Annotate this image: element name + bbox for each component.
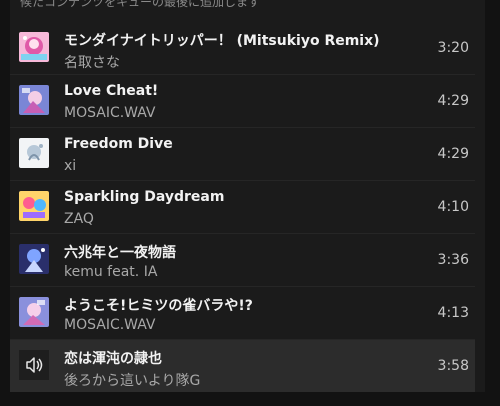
track-title: Sparkling Daydream bbox=[64, 189, 225, 205]
queue-item[interactable]: Sparkling Daydream ZAQ 4:10 bbox=[10, 181, 475, 234]
album-art-thumbnail bbox=[19, 138, 49, 168]
queue-item[interactable]: Love Cheat! MOSAIC.WAV 4:29 bbox=[10, 75, 475, 128]
track-duration: 4:13 bbox=[437, 305, 469, 321]
track-title: Freedom Dive bbox=[64, 136, 173, 152]
track-title: モンダイナイトリッパー！ (Mitsukiyo Remix) bbox=[64, 33, 380, 49]
track-artist: ZAQ bbox=[64, 211, 94, 227]
queue-hint: 候たコンテンツをキューの最後に追加します bbox=[20, 0, 261, 9]
queue-item-now-playing[interactable]: 恋は渾沌の隷也 後ろから這いより隊G 3:58 bbox=[10, 340, 475, 392]
album-art-thumbnail bbox=[19, 85, 49, 115]
track-title: ようこそ!ヒミツの雀バラや!? bbox=[64, 298, 253, 314]
track-duration: 4:29 bbox=[437, 93, 469, 109]
now-playing-speaker-icon bbox=[19, 350, 49, 380]
album-art-thumbnail bbox=[19, 297, 49, 327]
track-artist: xi bbox=[64, 158, 77, 174]
track-title: 六兆年と一夜物語 bbox=[64, 245, 176, 261]
queue-item[interactable]: モンダイナイトリッパー！ (Mitsukiyo Remix) 名取さな 3:20 bbox=[10, 22, 475, 75]
track-title: Love Cheat! bbox=[64, 83, 159, 99]
track-duration: 3:20 bbox=[437, 40, 469, 56]
track-duration: 4:29 bbox=[437, 146, 469, 162]
track-artist: MOSAIC.WAV bbox=[64, 317, 156, 333]
track-duration: 4:10 bbox=[437, 199, 469, 215]
queue-list: モンダイナイトリッパー！ (Mitsukiyo Remix) 名取さな 3:20… bbox=[10, 22, 475, 392]
track-artist: kemu feat. IA bbox=[64, 264, 158, 280]
track-artist: 名取さな bbox=[64, 55, 120, 71]
track-artist: 後ろから這いより隊G bbox=[64, 373, 201, 389]
track-artist: MOSAIC.WAV bbox=[64, 105, 156, 121]
track-duration: 3:58 bbox=[437, 358, 469, 374]
track-duration: 3:36 bbox=[437, 252, 469, 268]
queue-item[interactable]: Freedom Dive xi 4:29 bbox=[10, 128, 475, 181]
queue-panel: 候たコンテンツをキューの最後に追加します モンダイナイトリッパー！ (Mitsu… bbox=[10, 0, 485, 392]
queue-item[interactable]: ようこそ!ヒミツの雀バラや!? MOSAIC.WAV 4:13 bbox=[10, 287, 475, 340]
track-title: 恋は渾沌の隷也 bbox=[64, 351, 162, 367]
music-queue-screen: 候たコンテンツをキューの最後に追加します モンダイナイトリッパー！ (Mitsu… bbox=[0, 0, 500, 406]
album-art-thumbnail bbox=[19, 191, 49, 221]
album-art-thumbnail bbox=[19, 32, 49, 62]
queue-item[interactable]: 六兆年と一夜物語 kemu feat. IA 3:36 bbox=[10, 234, 475, 287]
album-art-thumbnail bbox=[19, 244, 49, 274]
